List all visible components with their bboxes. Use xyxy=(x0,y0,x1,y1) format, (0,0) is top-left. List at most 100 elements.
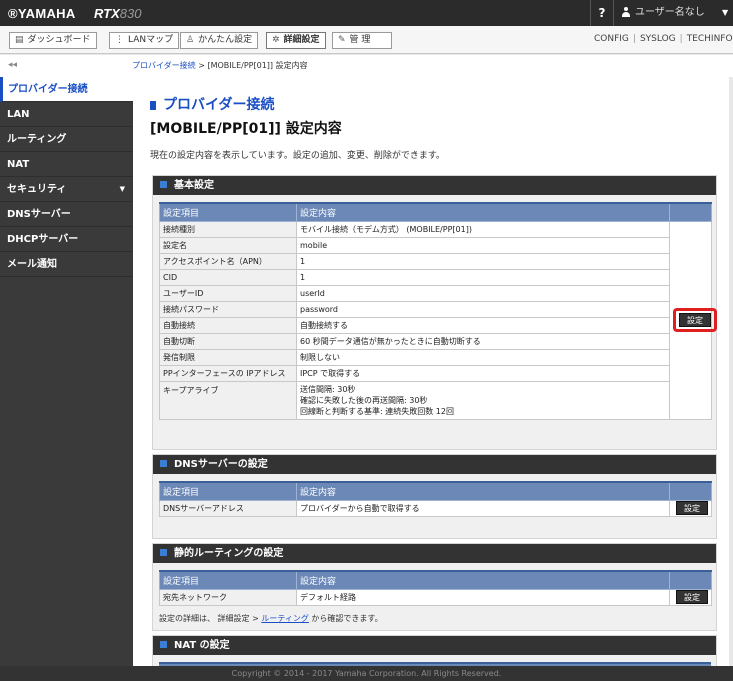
sidebar-item-security[interactable]: セキュリティ ▼ xyxy=(0,177,133,202)
static-routing-table: 設定項目 設定内容 宛先ネットワーク デフォルト経路 設定 xyxy=(159,570,712,606)
page-description: 現在の設定内容を表示しています。設定の追加、変更、削除ができます。 xyxy=(150,151,445,161)
column-header: 設定項目 xyxy=(159,202,297,222)
section-title: DNSサーバーの設定 xyxy=(174,459,268,470)
sidebar: プロバイダー接続 LAN ルーティング NAT セキュリティ ▼ DNSサーバー … xyxy=(0,77,133,666)
column-header: 設定内容 xyxy=(296,202,670,222)
section-header: DNSサーバーの設定 xyxy=(153,455,716,474)
sidebar-item-routing[interactable]: ルーティング xyxy=(0,127,133,152)
sidebar-item-dhcp[interactable]: DHCPサーバー xyxy=(0,227,133,252)
table-header-row: 設定項目 設定内容 xyxy=(159,570,712,590)
sidebar-item-dns[interactable]: DNSサーバー xyxy=(0,202,133,227)
setting-key: 設定名 xyxy=(159,236,297,254)
static-routing-section: 静的ルーティングの設定 設定項目 設定内容 宛先ネットワーク デフォルト経路 設定… xyxy=(152,543,717,631)
config-link[interactable]: CONFIG xyxy=(594,34,629,44)
table-row: 設定名 mobile xyxy=(159,236,712,254)
sidebar-item-provider[interactable]: プロバイダー接続 xyxy=(0,77,133,102)
setting-key: PPインターフェースの IPアドレス xyxy=(159,364,297,382)
setting-value: 制限しない xyxy=(296,348,670,366)
setting-value: モバイル接続（モデム方式） (MOBILE/PP[01]) xyxy=(296,220,670,238)
table-row: DNSサーバーアドレス プロバイダーから自動で取得する 設定 xyxy=(159,499,712,517)
note-prefix: 設定の詳細は、 詳細設定 > xyxy=(159,614,262,623)
toolbar: ▤ ダッシュボード ⋮ LANマップ ♙ かんたん設定 ✲ 詳細設定 ✎ 管 理 CONF… xyxy=(0,26,733,54)
setting-value: プロバイダーから自動で取得する xyxy=(296,499,670,517)
basic-settings-table: 設定項目 設定内容 接続種別 モバイル接続（モデム方式） (MOBILE/PP[0… xyxy=(159,202,717,420)
lanmap-icon: ⋮ xyxy=(115,35,124,45)
dashboard-button[interactable]: ▤ ダッシュボード xyxy=(9,32,97,49)
table-row: CID 1 xyxy=(159,268,712,286)
person-icon: ♙ xyxy=(186,35,195,45)
user-icon xyxy=(622,7,630,17)
setting-key: ユーザーID xyxy=(159,284,297,302)
sidebar-item-lan[interactable]: LAN xyxy=(0,102,133,127)
section-title: 静的ルーティングの設定 xyxy=(174,548,284,559)
sidebar-item-mail[interactable]: メール通知 xyxy=(0,252,133,277)
page-subtitle: [MOBILE/PP[01]] 設定内容 xyxy=(150,121,342,137)
user-menu[interactable]: ユーザー名なし xyxy=(622,0,705,26)
management-button[interactable]: ✎ 管 理 xyxy=(332,32,392,49)
table-row: 発信制限 制限しない xyxy=(159,348,712,366)
model-name: RTX830 xyxy=(94,6,141,21)
easy-setup-button[interactable]: ♙ かんたん設定 xyxy=(180,32,259,49)
chevron-down-icon[interactable]: ▼ xyxy=(722,0,728,26)
dns-settings-section: DNSサーバーの設定 設定項目 設定内容 DNSサーバーアドレス プロバイダーから… xyxy=(152,454,717,539)
routing-settings-edit-button[interactable]: 設定 xyxy=(676,590,708,604)
table-row: 自動切断 60 秒間データ通信が無かったときに自動切断する xyxy=(159,332,712,350)
top-bar: ®YAMAHA RTX830 ? ユーザー名なし ▼ xyxy=(0,0,733,26)
setting-key: アクセスポイント名（APN） xyxy=(159,252,297,270)
setting-key: 発信制限 xyxy=(159,348,297,366)
help-button[interactable]: ? xyxy=(590,0,614,26)
setting-key: CID xyxy=(159,268,297,286)
setting-value: IPCP で取得する xyxy=(296,364,670,382)
setting-key: 自動切断 xyxy=(159,332,297,350)
wrench-icon: ✎ xyxy=(338,35,346,45)
column-header xyxy=(669,202,712,222)
setting-key: 宛先ネットワーク xyxy=(159,588,297,606)
basic-settings-edit-button[interactable]: 設定 xyxy=(679,313,711,327)
setting-key: 接続パスワード xyxy=(159,300,297,318)
setting-value: mobile xyxy=(296,236,670,254)
setting-key: 接続種別 xyxy=(159,220,297,238)
highlight-box: 設定 xyxy=(673,308,717,332)
routing-note: 設定の詳細は、 詳細設定 > ルーティング から確認できます。 xyxy=(159,613,383,624)
section-header: NAT の設定 xyxy=(153,636,716,655)
techinfo-link[interactable]: TECHINFO xyxy=(687,34,733,44)
setting-key: 自動接続 xyxy=(159,316,297,334)
sidebar-item-nat[interactable]: NAT xyxy=(0,152,133,177)
nat-settings-section: NAT の設定 xyxy=(152,635,717,666)
section-header: 基本設定 xyxy=(153,176,716,195)
setting-value: password xyxy=(296,300,670,318)
collapse-sidebar-button[interactable]: ◂◂ xyxy=(8,60,17,70)
lanmap-button[interactable]: ⋮ LANマップ xyxy=(109,32,180,49)
lanmap-label: LANマップ xyxy=(128,35,174,45)
breadcrumb-current: > [MOBILE/PP[01]] 設定内容 xyxy=(195,61,308,70)
routing-detail-link[interactable]: ルーティング xyxy=(261,614,309,623)
column-header xyxy=(669,570,712,590)
dns-settings-edit-button[interactable]: 設定 xyxy=(676,501,708,515)
basic-settings-section: 基本設定 設定項目 設定内容 接続種別 モバイル接続（モデム方式） (MOBILE… xyxy=(152,175,717,450)
section-marker-icon xyxy=(160,548,167,556)
table-header-row: 設定項目 設定内容 xyxy=(159,481,712,501)
section-marker-icon xyxy=(160,459,167,467)
sidebar-item-label: セキュリティ xyxy=(7,184,67,195)
advanced-setup-button[interactable]: ✲ 詳細設定 xyxy=(266,32,326,49)
note-suffix: から確認できます。 xyxy=(308,614,383,623)
yamaha-logo: ®YAMAHA xyxy=(8,5,76,21)
setting-value: 1 xyxy=(296,252,670,270)
keepalive-threshold: 回線断と判断する基準: 連続失敗回数 12回 xyxy=(300,406,454,416)
section-marker-icon xyxy=(160,180,167,188)
model-number: 830 xyxy=(119,5,142,21)
scrollbar[interactable] xyxy=(729,77,733,666)
setting-value: 60 秒間データ通信が無かったときに自動切断する xyxy=(296,332,670,350)
column-header: 設定内容 xyxy=(296,570,670,590)
syslog-link[interactable]: SYSLOG xyxy=(640,34,676,44)
keepalive-retry: 確認に失敗した後の再送間隔: 30秒 xyxy=(300,395,428,405)
setting-value: userId xyxy=(296,284,670,302)
setting-value: デフォルト経路 xyxy=(296,588,670,606)
column-header: 設定項目 xyxy=(159,481,297,501)
breadcrumb-link-provider[interactable]: プロバイダー接続 xyxy=(132,61,196,70)
easy-setup-label: かんたん設定 xyxy=(198,35,253,45)
gear-icon: ✲ xyxy=(272,35,280,45)
column-header: 設定項目 xyxy=(159,570,297,590)
chevron-down-icon: ▼ xyxy=(119,185,125,193)
table-row: 宛先ネットワーク デフォルト経路 設定 xyxy=(159,588,712,606)
